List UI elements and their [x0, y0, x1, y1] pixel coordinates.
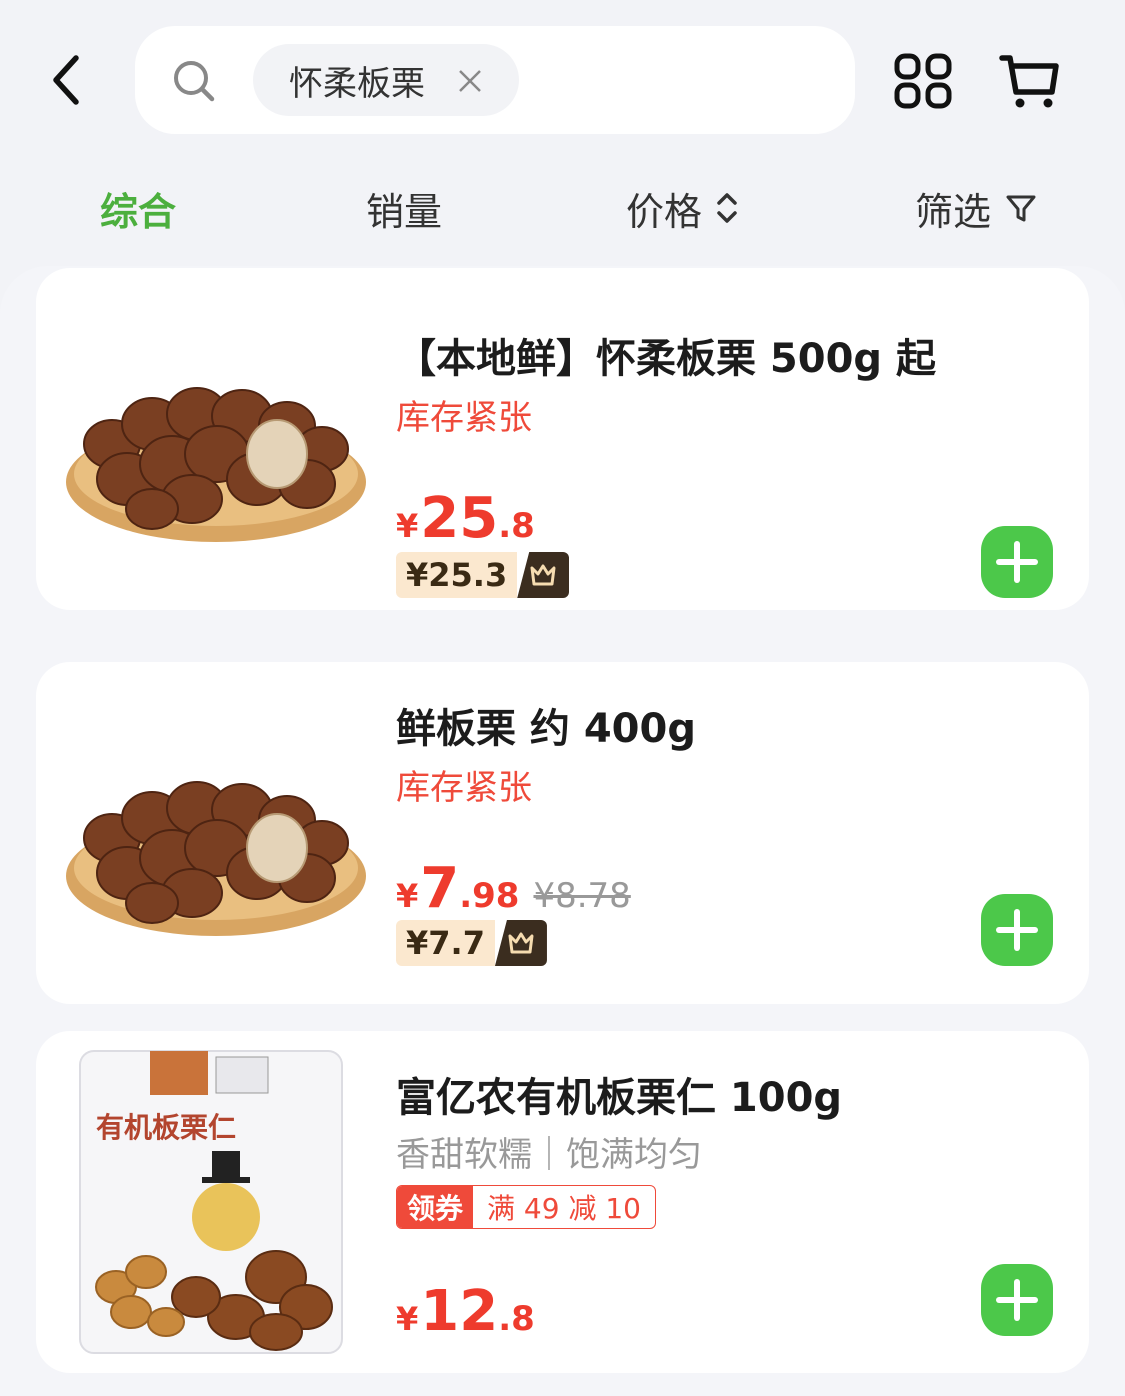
original-price: ¥8.78	[533, 876, 631, 916]
search-icon	[174, 61, 215, 102]
cart-button[interactable]	[998, 50, 1062, 110]
price-decimal: .8	[498, 506, 535, 546]
stock-label: 库存紧张	[396, 768, 532, 808]
product-title: 【本地鲜】怀柔板栗 500g 起	[396, 336, 936, 382]
sort-filter[interactable]: 筛选	[915, 178, 1037, 238]
back-button[interactable]	[40, 50, 100, 110]
grid-icon	[894, 53, 952, 109]
price-decimal: .98	[459, 876, 520, 916]
currency-symbol: ¥	[396, 507, 419, 545]
vip-price: ¥25.3	[396, 552, 518, 598]
product-price: ¥ 12 .8	[396, 1279, 535, 1344]
plus-icon	[996, 909, 1038, 951]
product-price: ¥ 25 .8	[396, 486, 535, 551]
product-image: 有机板栗仁	[79, 1050, 343, 1354]
price-integer: 12	[420, 1279, 499, 1344]
product-card[interactable]: 【本地鲜】怀柔板栗 500g 起 库存紧张 ¥ 25 .8 ¥25.3	[36, 268, 1089, 610]
product-image	[66, 781, 366, 936]
product-title: 富亿农有机板栗仁 100g	[396, 1075, 843, 1121]
stock-label: 库存紧张	[396, 398, 532, 438]
vip-price: ¥7.7	[396, 920, 495, 966]
product-image	[66, 387, 366, 542]
package-text: 有机板栗仁	[96, 1111, 236, 1144]
currency-symbol: ¥	[396, 877, 419, 915]
sort-comprehensive[interactable]: 综合	[100, 178, 176, 238]
coupon-claim-label: 领券	[397, 1186, 474, 1228]
close-icon[interactable]	[457, 68, 483, 94]
vip-crown-icon	[494, 920, 547, 966]
product-price: ¥ 7 .98 ¥8.78	[396, 856, 631, 921]
search-bar[interactable]: 怀柔板栗	[135, 26, 855, 134]
category-grid-button[interactable]	[893, 53, 953, 109]
plus-icon	[996, 1279, 1038, 1321]
plus-icon	[996, 541, 1038, 583]
sort-price[interactable]: 价格	[626, 178, 738, 238]
cart-icon	[999, 55, 1059, 108]
currency-symbol: ¥	[396, 1300, 419, 1338]
product-subtitle: 香甜软糯｜饱满均匀	[396, 1135, 702, 1175]
price-decimal: .8	[498, 1299, 535, 1339]
product-card[interactable]: 有机板栗仁 富亿农有机板栗仁 100g 香甜软糯｜饱满均匀 领券 满 49 减	[36, 1031, 1089, 1373]
product-title: 鲜板栗 约 400g	[396, 706, 696, 752]
sort-updown-icon	[717, 193, 737, 223]
search-keyword-chip[interactable]: 怀柔板栗	[253, 44, 519, 116]
coupon-tag[interactable]: 领券 满 49 减 10	[396, 1185, 656, 1229]
sort-sales[interactable]: 销量	[366, 178, 442, 238]
vip-crown-icon	[517, 552, 570, 598]
price-integer: 7	[420, 856, 460, 921]
add-to-cart-button[interactable]	[981, 526, 1053, 598]
sort-label: 价格	[626, 189, 703, 234]
sort-label: 综合	[100, 189, 177, 234]
coupon-description: 满 49 减 10	[487, 1192, 641, 1225]
add-to-cart-button[interactable]	[981, 894, 1053, 966]
add-to-cart-button[interactable]	[981, 1264, 1053, 1336]
vip-price-tag: ¥25.3	[396, 552, 570, 598]
filter-icon	[1006, 195, 1036, 222]
sort-label: 销量	[366, 189, 443, 234]
product-list: 【本地鲜】怀柔板栗 500g 起 库存紧张 ¥ 25 .8 ¥25.3 鲜板栗 …	[0, 266, 1125, 1396]
sort-label: 筛选	[915, 189, 992, 234]
product-card[interactable]: 鲜板栗 约 400g 库存紧张 ¥ 7 .98 ¥8.78 ¥7.7	[36, 662, 1089, 1004]
vip-price-tag: ¥7.7	[396, 920, 547, 966]
search-keyword: 怀柔板栗	[289, 63, 425, 104]
price-integer: 25	[420, 486, 499, 551]
back-icon	[53, 55, 79, 105]
